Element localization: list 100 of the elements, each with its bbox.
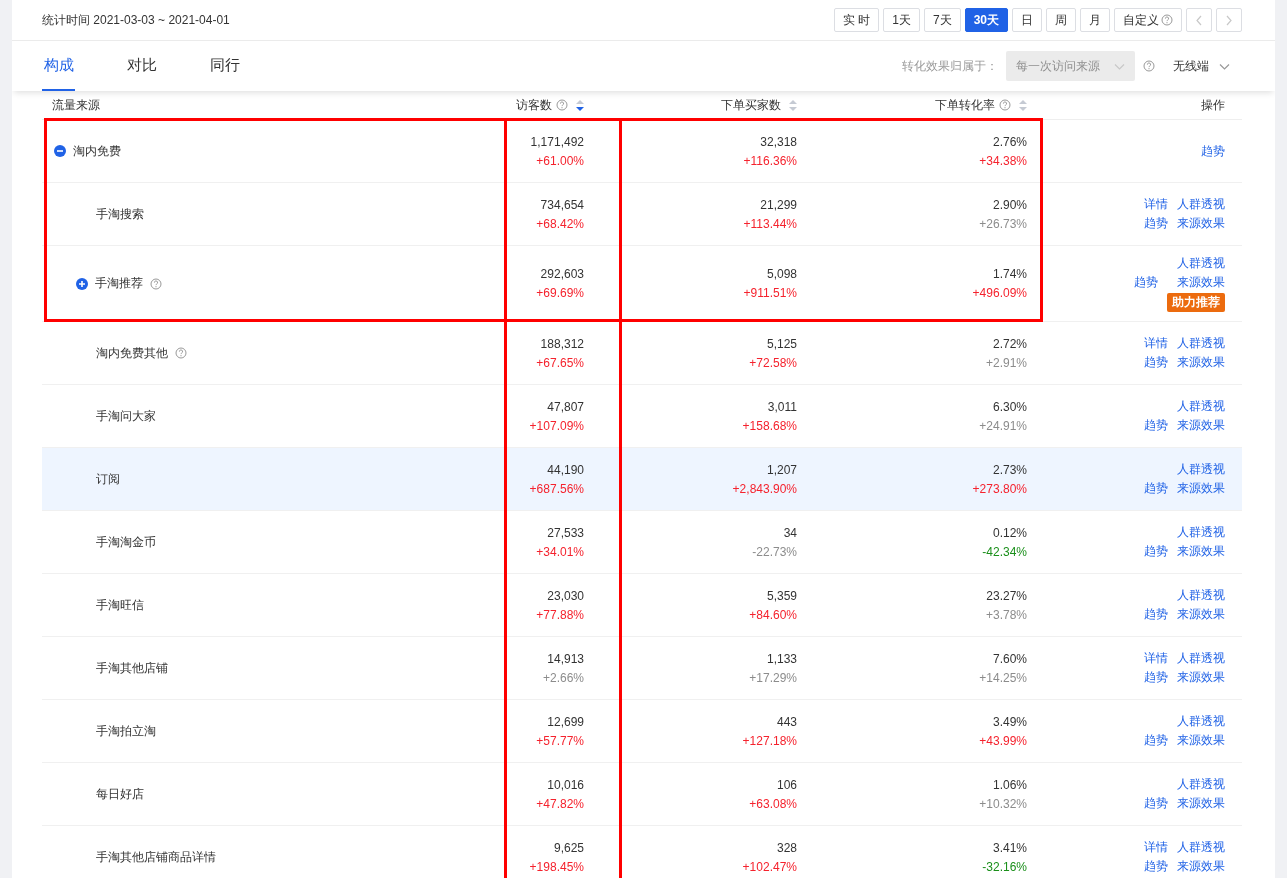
action-link[interactable]: 趋势 <box>1144 732 1168 749</box>
metric-change: +2.66% <box>542 670 584 685</box>
expand-icon[interactable] <box>76 277 88 290</box>
action-link[interactable]: 趋势 <box>1144 354 1168 371</box>
metric-change: +116.36% <box>743 153 797 168</box>
tab[interactable]: 对比 <box>125 41 158 91</box>
help-icon[interactable] <box>150 277 162 290</box>
range-button[interactable]: 实 时 <box>833 8 880 32</box>
sort-icon[interactable] <box>576 99 584 111</box>
action-link[interactable]: 趋势 <box>1144 606 1168 623</box>
range-button[interactable]: 1天 <box>883 8 920 32</box>
action-link[interactable]: 趋势 <box>1134 274 1158 291</box>
action-link[interactable]: 趋势 <box>1144 480 1168 497</box>
metric-change: +113.44% <box>743 216 797 231</box>
chevron-right-icon <box>1225 14 1233 26</box>
device-select[interactable]: 无线端 <box>1173 57 1230 75</box>
action-link[interactable]: 人群透视 <box>1177 650 1225 667</box>
action-link[interactable]: 人群透视 <box>1177 839 1225 856</box>
metric-change: +14.25% <box>979 670 1027 685</box>
action-link[interactable]: 人群透视 <box>1177 524 1225 541</box>
metric-value: 47,807 <box>547 399 584 414</box>
metric-value: 5,098 <box>766 267 797 281</box>
action-link[interactable]: 人群透视 <box>1177 255 1225 272</box>
action-link[interactable]: 趋势 <box>1144 417 1168 434</box>
action-link[interactable]: 来源效果 <box>1177 480 1225 497</box>
metric-value: 734,654 <box>540 197 584 212</box>
action-link[interactable]: 趋势 <box>1144 795 1168 812</box>
action-link[interactable]: 来源效果 <box>1177 417 1225 434</box>
action-link[interactable]: 人群透视 <box>1177 776 1225 793</box>
metric-change: +102.47% <box>742 859 797 874</box>
action-link[interactable]: 来源效果 <box>1177 606 1225 623</box>
range-button[interactable]: 7天 <box>923 8 961 32</box>
metric-change: +67.65% <box>536 355 584 370</box>
metric-value: 0.12% <box>992 525 1027 540</box>
action-link[interactable]: 人群透视 <box>1177 587 1225 604</box>
metric-change: +24.91% <box>979 418 1027 433</box>
action-link[interactable]: 来源效果 <box>1177 543 1225 560</box>
column-header[interactable]: 访客数 <box>516 96 552 114</box>
recommend-badge[interactable]: 助力推荐 <box>1167 293 1225 312</box>
metric-value: 1.06% <box>992 777 1027 792</box>
metric-change: +17.29% <box>749 670 797 685</box>
metric-change: +198.45% <box>529 859 584 874</box>
metric-value: 1,133 <box>766 651 797 666</box>
action-link[interactable]: 趋势 <box>1201 142 1225 160</box>
column-header[interactable]: 下单买家数 <box>721 96 781 114</box>
range-button[interactable]: 自定义 <box>1114 8 1182 32</box>
action-link[interactable]: 来源效果 <box>1177 354 1225 371</box>
metric-value: 328 <box>776 840 797 855</box>
action-link[interactable]: 来源效果 <box>1177 858 1225 875</box>
action-link[interactable]: 趋势 <box>1144 215 1168 232</box>
action-link[interactable]: 来源效果 <box>1177 795 1225 812</box>
range-button[interactable]: 30天 <box>964 8 1008 32</box>
source-name: 手淘其他店铺 <box>96 659 168 677</box>
action-link[interactable]: 人群透视 <box>1177 461 1225 478</box>
metric-value: 44,190 <box>547 462 584 477</box>
metric-value: 6.30% <box>992 399 1027 414</box>
action-link[interactable]: 来源效果 <box>1177 274 1225 291</box>
action-link[interactable]: 人群透视 <box>1177 713 1225 730</box>
metric-change: +2,843.90% <box>732 481 797 496</box>
source-name: 每日好店 <box>96 785 144 803</box>
action-link[interactable]: 详情 <box>1144 196 1168 213</box>
metric-change: +3.78% <box>985 607 1027 622</box>
attribution-label: 转化效果归属于： <box>902 57 998 75</box>
metric-value: 3.41% <box>992 840 1027 855</box>
tab[interactable]: 构成 <box>42 41 75 91</box>
action-link[interactable]: 详情 <box>1144 650 1168 667</box>
range-button[interactable]: 日 <box>1012 8 1042 32</box>
action-link[interactable]: 趋势 <box>1144 669 1168 686</box>
action-link[interactable]: 人群透视 <box>1177 335 1225 352</box>
collapse-icon[interactable] <box>54 145 66 157</box>
metric-change: +158.68% <box>742 418 797 433</box>
tab[interactable]: 同行 <box>208 41 241 91</box>
help-icon[interactable] <box>175 347 187 359</box>
period-label: 统计时间 2021-03-03 ~ 2021-04-01 <box>42 11 231 29</box>
source-name: 淘内免费其他 <box>96 344 168 362</box>
action-link[interactable]: 人群透视 <box>1177 398 1225 415</box>
metric-change: +57.77% <box>536 733 584 748</box>
metric-change: +107.09% <box>529 418 584 433</box>
action-link[interactable]: 趋势 <box>1144 543 1168 560</box>
action-link[interactable]: 来源效果 <box>1177 732 1225 749</box>
range-button[interactable]: 周 <box>1046 8 1076 32</box>
help-icon[interactable] <box>999 99 1011 111</box>
column-header[interactable]: 下单转化率 <box>935 96 995 114</box>
column-header[interactable]: 流量来源 <box>52 96 100 114</box>
metric-value: 3,011 <box>767 399 797 414</box>
action-link[interactable]: 来源效果 <box>1177 215 1225 232</box>
help-icon[interactable] <box>1161 14 1173 26</box>
column-header[interactable]: 操作 <box>1201 96 1225 114</box>
help-icon[interactable] <box>556 99 568 111</box>
metric-value: 106 <box>776 777 797 792</box>
action-link[interactable]: 趋势 <box>1144 858 1168 875</box>
source-name: 订阅 <box>96 470 120 488</box>
action-link[interactable]: 人群透视 <box>1177 196 1225 213</box>
range-button[interactable]: 月 <box>1080 8 1110 32</box>
metric-value: 3.49% <box>992 714 1027 729</box>
source-name: 手淘拍立淘 <box>96 722 156 740</box>
action-link[interactable]: 详情 <box>1144 839 1168 856</box>
action-link[interactable]: 来源效果 <box>1177 669 1225 686</box>
metric-value: 2.76% <box>992 134 1027 149</box>
action-link[interactable]: 详情 <box>1144 335 1168 352</box>
